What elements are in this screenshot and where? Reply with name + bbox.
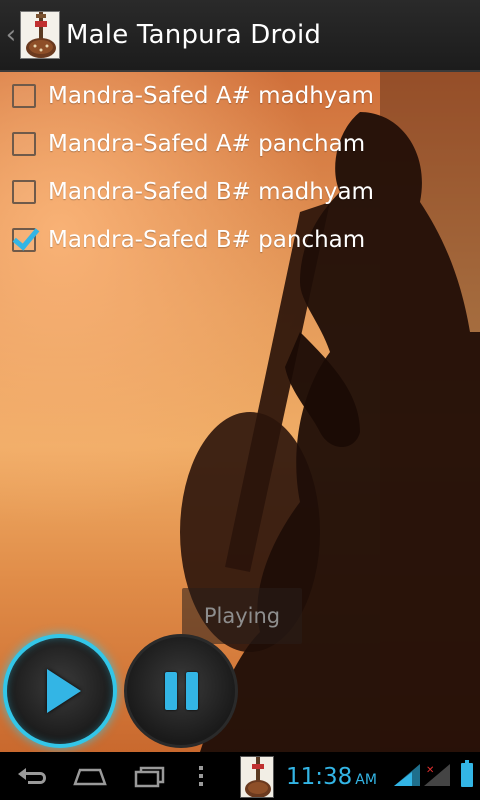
pause-icon bbox=[164, 672, 198, 710]
option-label: Mandra-Safed B# pancham bbox=[48, 227, 366, 253]
pause-button[interactable] bbox=[124, 634, 238, 748]
play-icon bbox=[47, 669, 81, 713]
option-label: Mandra-Safed B# madhyam bbox=[48, 179, 374, 205]
option-checkbox[interactable] bbox=[12, 84, 36, 108]
tanpura-app-icon[interactable] bbox=[20, 11, 60, 59]
option-checkbox[interactable] bbox=[12, 180, 36, 204]
home-icon[interactable] bbox=[72, 762, 108, 790]
wifi-signal-icon bbox=[394, 764, 420, 786]
pitch-option-list: Mandra-Safed A# madhyam Mandra-Safed A# … bbox=[0, 72, 480, 264]
back-icon[interactable] bbox=[14, 762, 50, 790]
clock-time: 11:38 bbox=[286, 764, 353, 790]
option-b-sharp-madhyam[interactable]: Mandra-Safed B# madhyam bbox=[0, 168, 480, 216]
tanpura-notification-icon[interactable] bbox=[240, 756, 274, 798]
option-b-sharp-pancham[interactable]: Mandra-Safed B# pancham bbox=[0, 216, 480, 264]
action-bar: ‹ Male Tanpura Droid bbox=[0, 0, 480, 72]
clock-ampm: AM bbox=[355, 772, 377, 788]
recent-apps-icon[interactable] bbox=[132, 762, 168, 790]
main-content: Mandra-Safed A# madhyam Mandra-Safed A# … bbox=[0, 72, 480, 752]
option-checkbox[interactable] bbox=[12, 132, 36, 156]
option-checkbox-checked[interactable] bbox=[12, 228, 36, 252]
option-a-sharp-madhyam[interactable]: Mandra-Safed A# madhyam bbox=[0, 72, 480, 120]
clock: 11:38 AM bbox=[286, 764, 377, 790]
app-title: Male Tanpura Droid bbox=[66, 20, 322, 50]
overflow-menu-icon[interactable] bbox=[192, 762, 210, 790]
playing-status-toast: Playing bbox=[182, 588, 302, 644]
play-button[interactable] bbox=[3, 634, 117, 748]
cell-signal-icon: ✕ bbox=[424, 764, 450, 786]
option-label: Mandra-Safed A# madhyam bbox=[48, 83, 374, 109]
battery-icon bbox=[461, 760, 473, 787]
svg-text:✕: ✕ bbox=[426, 765, 434, 776]
option-a-sharp-pancham[interactable]: Mandra-Safed A# pancham bbox=[0, 120, 480, 168]
up-navigation-icon[interactable]: ‹ bbox=[2, 20, 20, 50]
option-label: Mandra-Safed A# pancham bbox=[48, 131, 366, 157]
